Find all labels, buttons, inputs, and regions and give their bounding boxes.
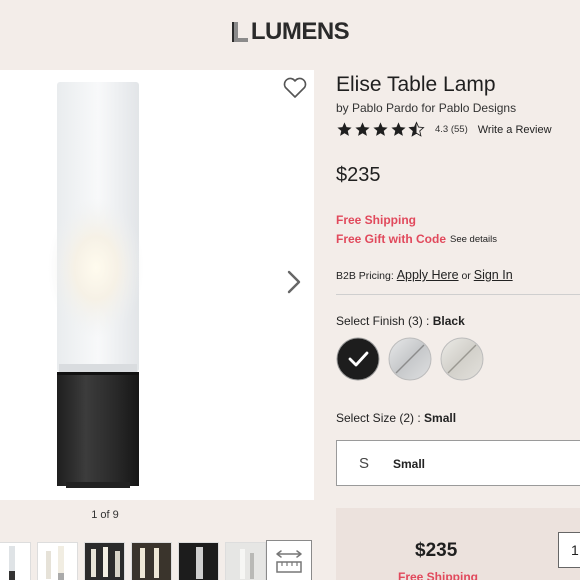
b2b-pricing: B2B Pricing: Apply Here or Sign In: [336, 268, 513, 282]
swatch-aluminum-image: [388, 337, 432, 381]
image-counter: 1 of 9: [91, 509, 119, 521]
thumbnail-image: [9, 546, 15, 580]
thumbnail-item[interactable]: [131, 542, 172, 580]
b2b-label: B2B Pricing:: [336, 270, 394, 282]
swatch-brushed-nickel-image: [440, 337, 484, 381]
swatch-aluminum[interactable]: [388, 337, 432, 381]
thumbnail-image: [179, 543, 218, 580]
star-icon: [337, 122, 352, 136]
b2b-or: or: [461, 270, 471, 282]
lumens-logo[interactable]: LUMENS: [231, 18, 350, 46]
product-image: [48, 82, 144, 488]
rating-value: 4.3 (55): [435, 124, 468, 135]
size-code: S: [359, 455, 370, 472]
finish-selected: Black: [432, 314, 465, 328]
star-icon: [373, 122, 388, 136]
see-details-link[interactable]: See details: [450, 234, 497, 245]
size-option-small[interactable]: S Small: [336, 440, 580, 486]
write-review-link[interactable]: Write a Review: [478, 124, 552, 136]
buy-box-price: $235: [415, 540, 458, 561]
size-label-text: Select Size (2) :: [336, 411, 421, 425]
thumbnail-item[interactable]: [178, 542, 219, 580]
check-icon: [336, 337, 380, 381]
thumbnail-item[interactable]: [84, 542, 125, 580]
buy-box-shipping: Free Shipping: [398, 570, 479, 580]
thumbnail-image: [132, 543, 171, 580]
size-label: Select Size (2) : Small: [336, 411, 456, 425]
lumens-logo-mark: [231, 22, 248, 42]
product-image-panel[interactable]: [0, 70, 314, 500]
measure-icon: [276, 550, 302, 573]
free-shipping-promo: Free Shipping: [336, 213, 417, 227]
product-title: Elise Table Lamp: [336, 73, 496, 96]
thumbnail-image: [46, 546, 64, 580]
finish-label: Select Finish (3) : Black: [336, 314, 465, 328]
star-icon: [355, 122, 370, 136]
finish-label-text: Select Finish (3) :: [336, 314, 430, 328]
swatch-black[interactable]: [336, 337, 380, 381]
free-gift-promo: Free Gift with Code: [336, 232, 447, 246]
divider: [336, 294, 580, 295]
thumbnail-strip: [0, 542, 266, 580]
thumbnail-item[interactable]: [225, 542, 266, 580]
brand-name: LUMENS: [250, 18, 350, 45]
star-half-icon: [408, 121, 425, 137]
product-designer[interactable]: by Pablo Pardo for Pablo Designs: [336, 101, 516, 115]
size-selected: Small: [424, 411, 457, 425]
site-header: LUMENS: [0, 18, 580, 48]
rating-row: 4.3 (55) Write a Review: [336, 121, 552, 138]
thumbnail-item[interactable]: [37, 542, 78, 580]
sign-in-link[interactable]: Sign In: [474, 268, 513, 282]
thumbnail-item[interactable]: [0, 542, 31, 580]
size-name: Small: [393, 457, 426, 471]
view-in-room-button[interactable]: [266, 540, 312, 580]
quantity-input[interactable]: 1: [558, 532, 580, 568]
chevron-right-icon[interactable]: [283, 268, 305, 296]
product-price: $235: [336, 164, 381, 186]
star-rating[interactable]: [336, 121, 425, 138]
thumbnail-image: [85, 543, 124, 580]
heart-icon[interactable]: [282, 76, 308, 100]
thumbnail-image: [226, 543, 265, 580]
star-icon: [391, 122, 406, 136]
apply-here-link[interactable]: Apply Here: [397, 268, 459, 282]
swatch-brushed-nickel[interactable]: [440, 337, 484, 381]
